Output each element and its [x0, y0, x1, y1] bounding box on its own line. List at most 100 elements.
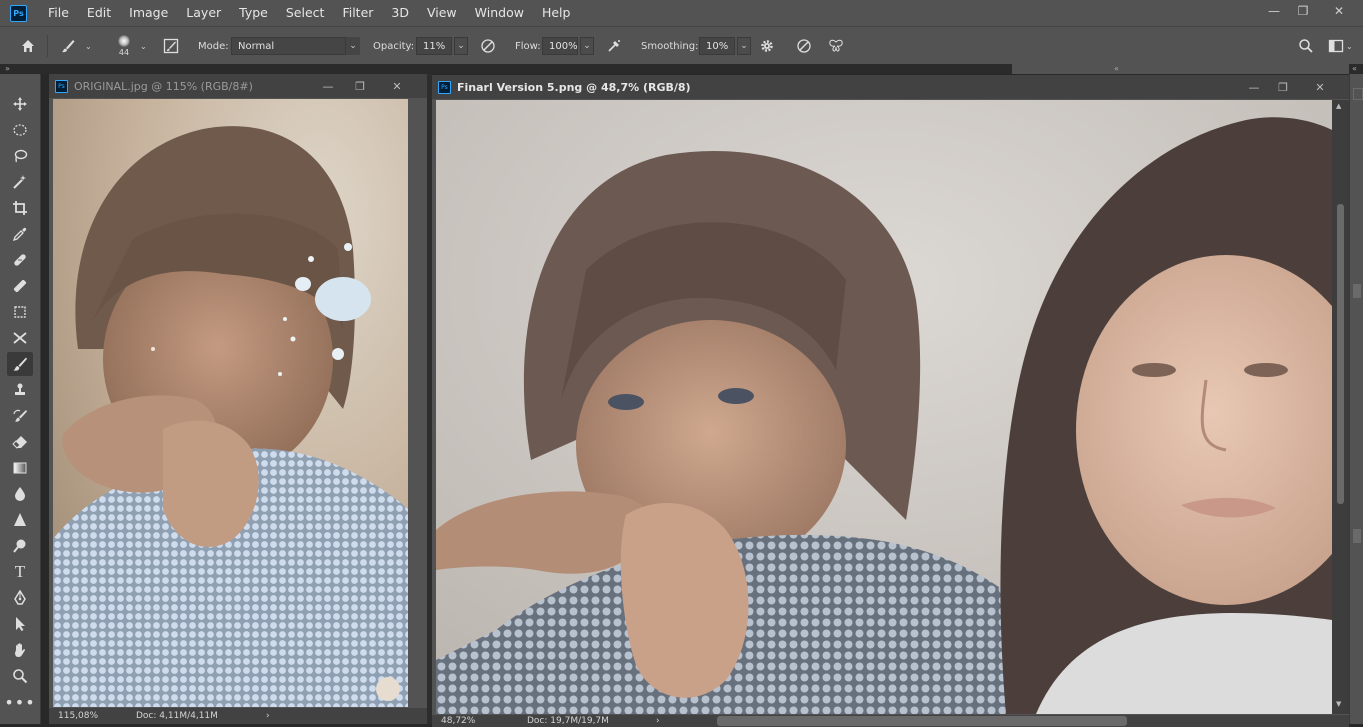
menu-type[interactable]: Type	[230, 0, 277, 26]
more-tools-icon[interactable]: •••	[4, 690, 34, 714]
doc2-canvas[interactable]	[436, 100, 1332, 714]
brush-preset-icon[interactable]	[58, 27, 78, 65]
zoom-icon[interactable]	[7, 664, 33, 688]
menu-image[interactable]: Image	[120, 0, 177, 26]
airbrush-icon[interactable]	[604, 27, 624, 65]
ellipse-marquee-icon[interactable]	[7, 118, 33, 142]
home-icon[interactable]	[18, 27, 38, 65]
eyedropper-icon[interactable]	[7, 222, 33, 246]
clone-stamp-icon[interactable]	[7, 378, 33, 402]
frame-icon[interactable]	[7, 300, 33, 324]
doc1-zoom-level[interactable]: 115,08%	[58, 711, 136, 721]
pressure-opacity-icon[interactable]	[478, 27, 498, 65]
doc2-horizontal-scroll-thumb[interactable]	[717, 716, 1127, 726]
lasso-icon[interactable]	[7, 144, 33, 168]
document-window-original[interactable]: Ps ORIGINAL.jpg @ 115% (RGB/8#) — ❐ ✕ 11…	[49, 74, 427, 724]
doc2-restore-button[interactable]: ❐	[1271, 75, 1295, 99]
blur-icon[interactable]	[7, 482, 33, 506]
brush-size-dropdown[interactable]: ⌄	[140, 27, 150, 65]
type-icon[interactable]: T	[7, 560, 33, 584]
smoothing-dropdown-icon[interactable]: ⌄	[737, 37, 751, 55]
panel-strip: » « «	[0, 64, 1363, 74]
opacity-control[interactable]: 11% ⌄	[416, 27, 468, 65]
menu-layer[interactable]: Layer	[177, 0, 230, 26]
app-close-button[interactable]: ✕	[1324, 0, 1354, 22]
brush-preset-dropdown[interactable]: ⌄	[85, 27, 95, 65]
doc1-title: ORIGINAL.jpg @ 115% (RGB/8#)	[74, 79, 253, 93]
flow-control[interactable]: 100% ⌄	[542, 27, 594, 65]
doc2-zoom-level[interactable]: 48,72%	[441, 716, 527, 726]
doc1-restore-button[interactable]: ❐	[348, 74, 372, 98]
smoothing-value[interactable]: 10%	[699, 37, 735, 55]
menu-select[interactable]: Select	[277, 0, 334, 26]
app-minimize-button[interactable]: —	[1259, 0, 1289, 22]
hand-icon[interactable]	[7, 638, 33, 662]
app-restore-button[interactable]: ❐	[1288, 0, 1318, 22]
panel-icon-1[interactable]	[1353, 88, 1363, 100]
doc2-close-button[interactable]: ✕	[1308, 75, 1332, 99]
expand-toolbar-icon[interactable]: »	[5, 64, 10, 73]
brush-size-picker[interactable]: 44	[112, 27, 136, 65]
doc2-ps-icon: Ps	[438, 80, 451, 94]
menu-help[interactable]: Help	[533, 0, 580, 26]
patch-icon[interactable]	[7, 274, 33, 298]
path-selection-icon[interactable]	[7, 612, 33, 636]
eraser-icon[interactable]	[7, 430, 33, 454]
doc1-close-button[interactable]: ✕	[385, 74, 409, 98]
flow-dropdown-icon[interactable]: ⌄	[580, 37, 594, 55]
history-brush-icon[interactable]	[7, 404, 33, 428]
pen-icon[interactable]	[7, 586, 33, 610]
restored-photo	[436, 100, 1332, 714]
doc2-minimize-button[interactable]: —	[1242, 75, 1266, 99]
brush-tip-icon	[118, 35, 130, 47]
toolbox: T •••	[0, 74, 41, 724]
brush-settings-icon[interactable]	[161, 27, 181, 65]
photoshop-logo[interactable]: Ps	[10, 4, 27, 22]
menu-view[interactable]: View	[418, 0, 466, 26]
healing-brush-icon[interactable]	[7, 248, 33, 272]
gear-icon[interactable]	[757, 27, 777, 65]
opacity-value[interactable]: 11%	[416, 37, 452, 55]
sharpen-icon[interactable]	[7, 508, 33, 532]
collapse-panels-icon[interactable]: «	[1114, 64, 1119, 73]
chevron-down-icon: ⌄	[346, 37, 360, 55]
workspace-dropdown-icon[interactable]: ⌄	[1346, 27, 1356, 65]
workspace-icon[interactable]	[1326, 27, 1346, 65]
scroll-down-icon[interactable]: ▼	[1336, 700, 1341, 708]
pressure-size-icon[interactable]	[794, 27, 814, 65]
mode-value[interactable]: Normal	[231, 37, 346, 55]
search-icon[interactable]	[1296, 27, 1316, 65]
doc2-vertical-scrollbar[interactable]: ▲ ▼	[1332, 100, 1349, 714]
doc1-canvas[interactable]	[53, 99, 408, 707]
flow-value[interactable]: 100%	[542, 37, 578, 55]
doc1-minimize-button[interactable]: —	[316, 74, 340, 98]
doc1-status-menu-arrow[interactable]: ›	[266, 711, 270, 721]
document-window-final[interactable]: Ps Finarl Version 5.png @ 48,7% (RGB/8) …	[432, 75, 1349, 727]
doc1-titlebar[interactable]: Ps ORIGINAL.jpg @ 115% (RGB/8#) — ❐ ✕	[49, 74, 427, 98]
dodge-icon[interactable]	[7, 534, 33, 558]
doc2-statusbar: 48,72% Doc: 19,7M/19,7M ›	[432, 715, 1349, 727]
move-tool-icon[interactable]	[7, 92, 33, 116]
doc2-titlebar[interactable]: Ps Finarl Version 5.png @ 48,7% (RGB/8) …	[432, 75, 1349, 99]
panel-icon-3[interactable]	[1353, 529, 1361, 543]
opacity-dropdown-icon[interactable]: ⌄	[454, 37, 468, 55]
doc2-status-menu-arrow[interactable]: ›	[656, 716, 660, 726]
scroll-up-icon[interactable]: ▲	[1336, 102, 1341, 110]
smoothing-control[interactable]: 10% ⌄	[699, 27, 751, 65]
menu-3d[interactable]: 3D	[382, 0, 418, 26]
symmetry-butterfly-icon[interactable]	[826, 27, 846, 65]
doc2-scroll-thumb[interactable]	[1337, 204, 1344, 504]
brush-icon[interactable]	[7, 352, 33, 376]
menu-filter[interactable]: Filter	[333, 0, 382, 26]
gradient-icon[interactable]	[7, 456, 33, 480]
crop-icon[interactable]	[7, 196, 33, 220]
menu-window[interactable]: Window	[466, 0, 533, 26]
collapse-right-panels-icon[interactable]: «	[1352, 64, 1357, 73]
mode-select[interactable]: Normal ⌄	[231, 27, 360, 65]
menu-file[interactable]: File	[39, 0, 78, 26]
menu-edit[interactable]: Edit	[78, 0, 120, 26]
flow-label: Flow:	[515, 40, 541, 52]
panel-icon-2[interactable]	[1353, 284, 1361, 298]
magic-wand-icon[interactable]	[7, 170, 33, 194]
content-aware-move-icon[interactable]	[7, 326, 33, 350]
